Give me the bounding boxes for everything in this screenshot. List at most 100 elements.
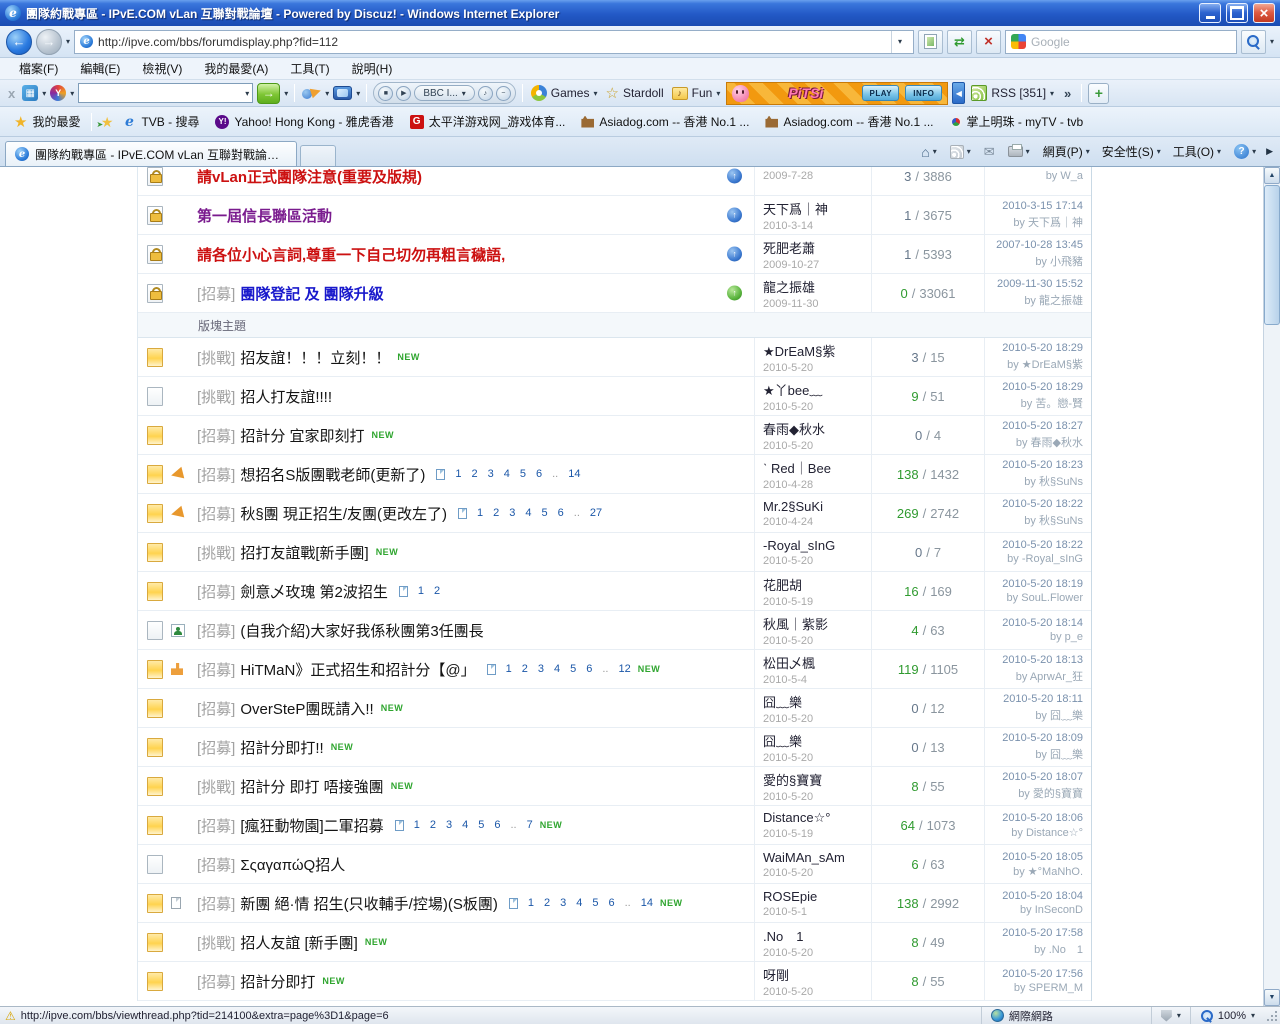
page-link[interactable]: 6 xyxy=(586,663,592,675)
last-poster-link[interactable]: ★DrEaM§紫 xyxy=(1022,359,1083,371)
last-poster-link[interactable]: Distance☆° xyxy=(1026,827,1083,839)
author-link[interactable]: 天下爲｜神 xyxy=(763,199,863,218)
minimize-button[interactable] xyxy=(1199,3,1221,23)
toolbar-app-dropdown-icon[interactable]: ▾ xyxy=(42,89,46,98)
page-link[interactable]: 2 xyxy=(471,468,477,480)
tv-dropdown-icon[interactable]: ▾ xyxy=(356,89,360,98)
author-link[interactable]: ROSEpie xyxy=(763,889,863,904)
toolbar-app-icon[interactable] xyxy=(22,85,38,101)
toolbar-search-field[interactable]: ▾ xyxy=(78,83,253,103)
author-link[interactable]: 囧﹏樂 xyxy=(763,692,863,711)
page-link[interactable]: 6 xyxy=(536,468,542,480)
yahoo-icon[interactable] xyxy=(50,85,66,101)
thread-title-link[interactable]: 招計分即打 xyxy=(240,971,315,992)
back-button[interactable] xyxy=(6,29,32,55)
print-button[interactable]: ▾ xyxy=(1003,143,1035,160)
favorites-bar-link[interactable]: TVB - 搜尋 xyxy=(115,110,206,133)
author-link[interactable]: 愛的§寶寶 xyxy=(763,770,863,789)
command-dropdown-icon[interactable]: ▾ xyxy=(1086,147,1090,156)
thread-title-link[interactable]: (自我介紹)大家好我係秋團第3任團長 xyxy=(240,620,483,641)
last-post-time-link[interactable]: 2010-5-20 18:09 xyxy=(1002,732,1083,744)
last-post-time-link[interactable]: 2010-5-20 17:58 xyxy=(1002,927,1083,939)
page-link[interactable]: 12 xyxy=(618,663,630,675)
menu-item[interactable]: 編輯(E) xyxy=(71,58,129,79)
page-link[interactable]: 1 xyxy=(477,507,483,519)
last-post-time-link[interactable]: 2010-5-20 18:14 xyxy=(1002,617,1083,629)
url-input[interactable] xyxy=(98,35,886,49)
last-poster-link[interactable]: InSeconD xyxy=(1035,904,1083,916)
address-field[interactable]: ▾ xyxy=(74,30,914,54)
author-link[interactable]: 花肥胡 xyxy=(763,575,863,594)
page-link[interactable]: 2 xyxy=(430,819,436,831)
rss-dropdown-icon[interactable]: ▾ xyxy=(1050,89,1054,98)
page-link[interactable]: 7 xyxy=(527,819,533,831)
close-button[interactable] xyxy=(1253,3,1275,23)
command-button[interactable]: 工具(O)▾ xyxy=(1168,140,1226,163)
home-button[interactable]: ▾ xyxy=(916,141,941,163)
last-post-time-link[interactable]: 2010-5-20 18:27 xyxy=(1002,420,1083,432)
menu-item[interactable]: 我的最愛(A) xyxy=(195,58,277,79)
thread-title-link[interactable]: 秋§團 現正招生/友團(更改左了) xyxy=(240,503,447,524)
banner-collapse-button[interactable] xyxy=(952,82,965,104)
last-post-time-link[interactable]: 2010-5-20 18:04 xyxy=(1002,890,1083,902)
menu-item[interactable]: 工具(T) xyxy=(281,58,338,79)
thread-title-link[interactable]: 招計分 宜家即刻打 xyxy=(240,425,364,446)
last-post-time-link[interactable]: 2010-5-20 18:06 xyxy=(1002,812,1083,824)
command-overflow-icon[interactable]: ▶ xyxy=(1264,146,1275,157)
menu-item[interactable]: 說明(H) xyxy=(343,58,402,79)
last-post-time-link[interactable]: 2007-10-28 13:45 xyxy=(996,239,1083,251)
author-link[interactable]: ★DrEaM§紫 xyxy=(763,341,863,360)
author-link[interactable]: 呀剛 xyxy=(763,965,863,984)
page-link[interactable]: 4 xyxy=(525,507,531,519)
last-post-time-link[interactable]: 2010-5-20 18:22 xyxy=(1002,539,1083,551)
page-link[interactable]: 1 xyxy=(506,663,512,675)
page-link[interactable]: 6 xyxy=(494,819,500,831)
page-link[interactable]: 3 xyxy=(488,468,494,480)
forward-button[interactable] xyxy=(36,29,62,55)
thread-title-link[interactable]: 招計分 即打 唔接強團 xyxy=(240,776,383,797)
author-link[interactable]: Distance☆° xyxy=(763,810,863,826)
maximize-button[interactable] xyxy=(1226,3,1248,23)
page-link[interactable]: 5 xyxy=(542,507,548,519)
history-dropdown-icon[interactable]: ▾ xyxy=(66,37,70,46)
page-link[interactable]: 1 xyxy=(528,897,534,909)
tv-icon[interactable] xyxy=(333,86,352,100)
thread-title-link[interactable]: OverSteP團既請入!! xyxy=(240,698,373,719)
last-poster-link[interactable]: -Royal_sInG xyxy=(1022,553,1083,565)
author-link[interactable]: 松田乄楓 xyxy=(763,653,863,672)
fun-button[interactable]: Fun ▾ xyxy=(670,86,723,100)
author-link[interactable]: 秋風｜紫影 xyxy=(763,614,863,633)
scrollbar-thumb[interactable] xyxy=(1264,185,1280,325)
toolbar-go-button[interactable] xyxy=(257,83,280,104)
favorites-bar-link[interactable]: 掌上明珠 - myTV - tvb xyxy=(943,110,1091,133)
new-tab-stub[interactable] xyxy=(300,145,336,166)
last-post-time-link[interactable]: 2010-5-20 18:29 xyxy=(1002,342,1083,354)
page-link[interactable]: 3 xyxy=(446,819,452,831)
last-post-time-link[interactable]: 2010-5-20 18:22 xyxy=(1002,498,1083,510)
last-poster-link[interactable]: 春雨◆秋水 xyxy=(1031,437,1083,449)
page-link[interactable]: 4 xyxy=(554,663,560,675)
active-tab[interactable]: 團隊約戰專區 - IPvE.COM vLan 互聯對戰論壇 - Po... xyxy=(5,141,297,166)
page-link[interactable]: 2 xyxy=(493,507,499,519)
last-poster-link[interactable]: 小飛豬 xyxy=(1050,256,1083,268)
thread-title-link[interactable]: 招人友誼 [新手團] xyxy=(240,932,358,953)
last-poster-link[interactable]: 天下爲｜神 xyxy=(1028,217,1083,229)
go-dropdown-icon[interactable]: ▾ xyxy=(284,89,288,98)
thread-title-link[interactable]: 第一屆信長聯區活動 xyxy=(197,205,332,226)
author-link[interactable]: 死肥老蕭 xyxy=(763,238,863,257)
last-poster-link[interactable]: SouL.Flower xyxy=(1021,592,1083,604)
rss-button[interactable]: RSS [351] ▾ xyxy=(969,85,1056,101)
page-link[interactable]: 5 xyxy=(592,897,598,909)
page-link[interactable]: 5 xyxy=(520,468,526,480)
toolbar-search-input[interactable] xyxy=(82,86,245,100)
page-link[interactable]: 1 xyxy=(418,585,424,597)
pitsi-info-button[interactable]: INFO xyxy=(905,85,942,101)
last-poster-link[interactable]: AprwAr_狂 xyxy=(1030,671,1083,683)
favorites-bar-link[interactable]: Asiadog.com -- 香港 No.1 ... xyxy=(758,110,940,133)
last-poster-link[interactable]: .No 1 xyxy=(1049,944,1083,956)
last-post-time-link[interactable]: 2010-5-20 18:05 xyxy=(1002,851,1083,863)
page-link[interactable]: 14 xyxy=(568,468,580,480)
last-poster-link[interactable]: SPERM_M xyxy=(1029,982,1083,994)
page-link[interactable]: 4 xyxy=(504,468,510,480)
thread-title-link[interactable]: 請各位小心言詞,尊重一下自己切勿再粗言穢語, xyxy=(197,244,505,265)
